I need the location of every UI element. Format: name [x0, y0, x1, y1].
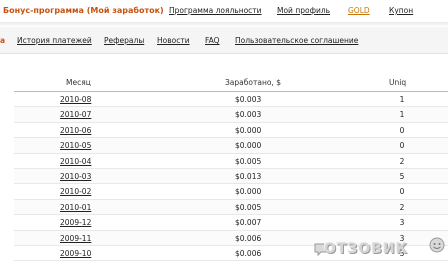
uniq-value: 3	[399, 218, 405, 228]
table-row: 2010-04 $0.005 2	[14, 154, 448, 169]
table-row: 2009-12 $0.007 3	[14, 215, 448, 231]
earned-value: $0.007	[235, 218, 262, 228]
earned-value: $0.005	[235, 202, 262, 212]
link-loyalty-program[interactable]: Программа лояльности	[169, 6, 262, 15]
column-header-month: Месяц	[66, 78, 91, 87]
table-row: 2010-07 $0.003 1	[14, 107, 448, 123]
table-row: 2010-08 $0.003 1	[14, 92, 448, 108]
link-gold[interactable]: GOLD	[348, 6, 370, 15]
month-link[interactable]: 2010-08	[60, 95, 91, 104]
earned-value: $0.006	[235, 233, 262, 243]
earned-value: $0.000	[235, 187, 262, 197]
month-link[interactable]: 2009-12	[60, 218, 91, 227]
earned-value: $0.003	[235, 95, 262, 104]
top-bar: Бонус-программа (Мой заработок) Программ…	[0, 0, 448, 27]
earned-value: $0.005	[235, 156, 262, 166]
earned-value: $0.006	[235, 248, 262, 258]
uniq-value: 0	[399, 187, 405, 197]
uniq-value: 5	[399, 171, 405, 181]
subnav-item-news[interactable]: Новости	[157, 36, 190, 45]
subnav-item-user-agreement[interactable]: Пользовательское соглашение	[235, 36, 358, 45]
earnings-table: Месяц Заработано, $ Uniq 2010-08 $0.003 1 2…	[14, 73, 448, 262]
page-title[interactable]: Бонус-программа (Мой заработок)	[3, 6, 164, 15]
uniq-value: 0	[399, 125, 405, 135]
earned-value: $0.003	[235, 110, 262, 120]
uniq-value: 2	[399, 156, 405, 166]
link-coupon[interactable]: Купон	[389, 6, 413, 15]
uniq-value: 0	[399, 141, 405, 151]
table-row: 2010-02 $0.000 0	[14, 184, 448, 200]
month-link[interactable]: 2010-07	[60, 110, 91, 119]
subnav-item-faq[interactable]: FAQ	[205, 36, 220, 45]
month-link[interactable]: 2009-10	[60, 249, 91, 258]
month-link[interactable]: 2010-04	[60, 157, 91, 166]
earned-value: $0.000	[235, 125, 262, 135]
uniq-value: 1	[399, 95, 405, 104]
table-row: 2010-06 $0.000 0	[14, 123, 448, 139]
month-link[interactable]: 2010-05	[60, 141, 91, 150]
month-link[interactable]: 2009-11	[60, 234, 91, 243]
earned-value: $0.013	[235, 171, 262, 181]
subnav-active-tab[interactable]: а	[0, 36, 5, 45]
uniq-value: 2	[399, 202, 405, 212]
subnav-item-payment-history[interactable]: История платежей	[17, 36, 92, 45]
uniq-value: 1	[399, 110, 405, 120]
month-link[interactable]: 2010-06	[60, 126, 91, 135]
month-link[interactable]: 2010-03	[60, 172, 91, 181]
column-header-earned: Заработано, $	[225, 78, 281, 87]
table-header: Месяц Заработано, $ Uniq	[14, 73, 448, 92]
link-my-profile[interactable]: Мой профиль	[277, 6, 330, 15]
subnav-item-referrals[interactable]: Рефералы	[104, 36, 144, 45]
table-row: 2010-05 $0.000 0	[14, 138, 448, 154]
table-row: 2010-03 $0.013 5	[14, 168, 448, 185]
column-header-uniq: Uniq	[389, 78, 407, 87]
table-row: 2010-01 $0.005 2	[14, 199, 448, 216]
month-link[interactable]: 2010-02	[60, 187, 91, 196]
month-link[interactable]: 2010-01	[60, 203, 91, 212]
sub-navigation: а История платежей Рефералы Новости FAQ …	[0, 27, 448, 54]
watermark-text: ОТЗОВИК	[324, 241, 409, 257]
face-icon	[429, 237, 445, 253]
otzovik-watermark: ОТЗОВИК	[314, 236, 446, 260]
earned-value: $0.000	[235, 141, 262, 151]
